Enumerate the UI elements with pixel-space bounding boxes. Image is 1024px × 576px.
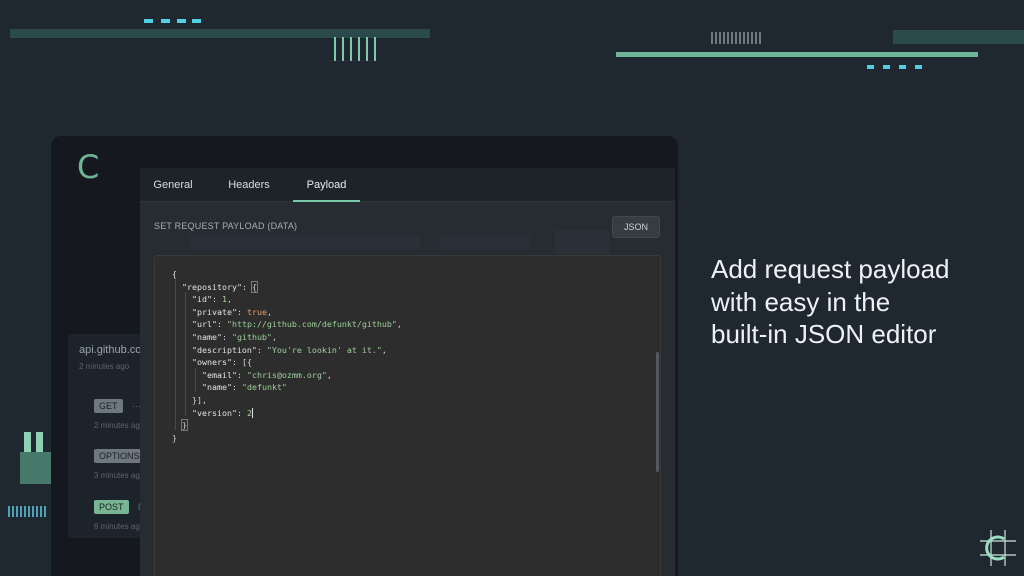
json-value: "github": [231, 331, 272, 342]
grid-c-logo-icon: [980, 530, 1016, 566]
history-host[interactable]: api.github.co: [79, 344, 140, 356]
history-item-options[interactable]: OPTIONS 3 minutes ago: [94, 446, 140, 480]
json-key: "description": [191, 344, 257, 355]
background-button: [555, 230, 610, 254]
caption-line-3: built-in JSON editor: [711, 319, 937, 349]
history-panel: api.github.co 2 minutes ago GET ⋯ 2 minu…: [68, 334, 140, 538]
history-item-post[interactable]: POST E 6 minutes ago: [94, 497, 140, 531]
json-key: "name": [191, 331, 222, 342]
json-value: "http://github.com/defunkt/github": [226, 319, 397, 330]
c-logo-icon: C: [77, 148, 100, 186]
json-value: 1: [221, 294, 227, 305]
history-time: 2 minutes ago: [79, 362, 130, 371]
tab-bar: General Headers Payload: [140, 168, 675, 202]
json-key: "repository": [182, 281, 242, 292]
method-badge: GET: [94, 399, 123, 413]
feature-caption: Add request payload with easy in the bui…: [711, 253, 1011, 351]
history-item-time: 2 minutes ago: [94, 421, 140, 430]
background-field: [190, 236, 420, 250]
request-modal: General Headers Payload SET REQUEST PAYL…: [140, 168, 675, 576]
json-format-button[interactable]: JSON: [612, 216, 660, 238]
tab-payload[interactable]: Payload: [293, 168, 360, 202]
json-value: "defunkt": [241, 382, 287, 393]
json-code: { "repository": { "id": 1, "private": tr…: [172, 269, 402, 443]
history-item-time: 6 minutes ago: [94, 522, 140, 531]
method-badge: OPTIONS: [94, 449, 140, 463]
decorative-green-bar: [616, 52, 978, 57]
json-editor[interactable]: { "repository": { "id": 1, "private": tr…: [154, 255, 661, 576]
text-caret: [251, 408, 253, 419]
caption-line-1: Add request payload: [711, 254, 950, 284]
json-key: "private": [191, 306, 237, 317]
json-key: "url": [191, 319, 217, 330]
background-field: [440, 236, 530, 250]
editor-scrollbar[interactable]: [656, 352, 659, 472]
tab-general[interactable]: General: [146, 168, 200, 202]
history-item-extra: ⋯: [131, 401, 140, 411]
method-badge: POST: [94, 500, 129, 514]
json-value: true: [246, 306, 267, 317]
json-value: "You're lookin' at it.": [266, 344, 382, 355]
payload-label: SET REQUEST PAYLOAD (DATA): [154, 221, 298, 231]
json-key: "version": [191, 407, 237, 418]
history-item-time: 3 minutes ago: [94, 471, 140, 480]
json-key: "id": [191, 294, 212, 305]
json-value: "chris@ozmm.org": [246, 369, 327, 380]
json-key: "owners": [191, 357, 232, 368]
json-key: "email": [201, 369, 237, 380]
caption-line-2: with easy in the: [711, 286, 891, 317]
decorative-bar-top-right: [893, 30, 1024, 44]
json-key: "name": [201, 382, 232, 393]
tab-headers[interactable]: Headers: [222, 168, 276, 202]
history-item-get[interactable]: GET ⋯ 2 minutes ago: [94, 396, 140, 430]
